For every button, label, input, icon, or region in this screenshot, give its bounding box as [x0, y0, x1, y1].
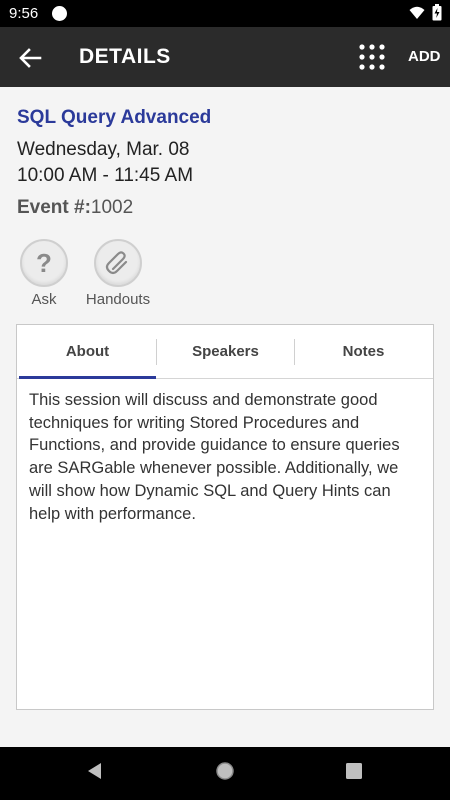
selected-tab-indicator [19, 376, 156, 379]
handouts-circle[interactable] [94, 239, 142, 287]
status-time: 9:56 [9, 5, 39, 22]
back-arrow-icon[interactable] [14, 42, 46, 74]
ask-circle[interactable]: ? [20, 239, 68, 287]
session-time: 10:00 AM - 11:45 AM [17, 165, 194, 186]
apps-grid-icon[interactable] [358, 43, 386, 71]
svg-text:?: ? [36, 249, 52, 277]
session-date: Wednesday, Mar. 08 [17, 139, 190, 160]
paperclip-icon [105, 251, 128, 275]
question-icon: ? [36, 249, 52, 277]
ask-button[interactable]: ? Ask [18, 239, 70, 308]
tab-speakers[interactable]: Speakers [157, 325, 294, 378]
nav-home-icon[interactable] [215, 761, 235, 781]
event-number-line: Event #:1002 [17, 197, 133, 219]
battery-icon [432, 4, 442, 21]
session-details: SQL Query Advanced Wednesday, Mar. 08 10… [0, 87, 450, 747]
handouts-label: Handouts [85, 291, 151, 308]
add-button[interactable]: ADD [408, 48, 441, 65]
system-nav-bar [0, 747, 450, 800]
handouts-button[interactable]: Handouts [80, 239, 156, 308]
ask-label: Ask [31, 291, 57, 308]
nav-back-icon[interactable] [85, 761, 103, 781]
session-title: SQL Query Advanced [17, 107, 212, 128]
nav-recents-icon[interactable] [345, 761, 363, 781]
notification-app-icon [52, 6, 67, 21]
wifi-icon [409, 6, 425, 19]
tab-about[interactable]: About [19, 325, 156, 378]
event-label: Event #: [17, 197, 91, 218]
page-title: DETAILS [79, 45, 171, 68]
status-bar: 9:56 [0, 0, 450, 27]
status-icons [409, 4, 442, 21]
tab-bar: About Speakers Notes [17, 325, 433, 379]
about-description: This session will discuss and demonstrat… [29, 391, 400, 523]
tab-panel: About Speakers Notes This session will d… [16, 324, 434, 710]
tab-notes[interactable]: Notes [295, 325, 432, 378]
app-bar: DETAILS ADD [0, 27, 450, 87]
event-number: 1002 [90, 197, 134, 218]
